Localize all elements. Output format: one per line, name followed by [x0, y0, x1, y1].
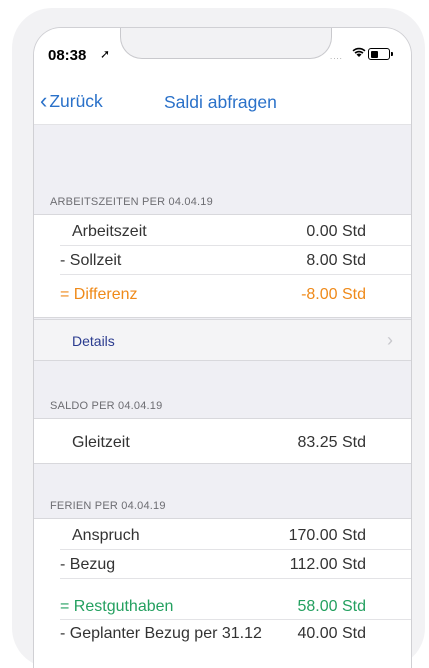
- row-geplanter-bezug: - Geplanter Bezug per 31.12 40.00 Std: [34, 620, 411, 648]
- row-value: 58.00 Std: [297, 598, 367, 615]
- section-header-ferien: FERIEN PER 04.04.19: [50, 500, 166, 512]
- row-divider: [60, 274, 411, 275]
- details-label: Details: [72, 333, 115, 349]
- row-anspruch: Anspruch 170.00 Std: [34, 522, 411, 550]
- row-gleitzeit: Gleitzeit 83.25 Std: [34, 429, 411, 457]
- row-value: -8.00 Std: [301, 286, 366, 303]
- row-value: 83.25 Std: [297, 434, 367, 451]
- row-sollzeit: - Sollzeit 8.00 Std: [34, 247, 411, 275]
- row-restguthaben: = Restguthaben 58.00 Std: [34, 593, 411, 621]
- chevron-left-icon: ‹: [40, 88, 48, 113]
- row-value: 0.00 Std: [306, 223, 366, 240]
- row-value: 8.00 Std: [306, 252, 366, 269]
- chevron-right-icon: ›: [387, 330, 393, 350]
- row-differenz: = Differenz -8.00 Std: [34, 281, 411, 309]
- row-arbeitszeit: Arbeitszeit 0.00 Std: [34, 218, 411, 246]
- section-header-saldo: SALDO PER 04.04.19: [50, 400, 163, 412]
- row-label: Gleitzeit: [72, 434, 130, 451]
- phone-screen: 08:38 ➚ .... ‹ Zurück Saldi abfragen ARB…: [33, 27, 412, 668]
- row-value: 112.00 Std: [289, 556, 366, 573]
- row-divider: [60, 245, 411, 246]
- battery-icon: [368, 48, 393, 60]
- row-label: Anspruch: [72, 527, 140, 544]
- row-label: - Sollzeit: [60, 252, 122, 269]
- cellular-signal-icon: ....: [330, 52, 343, 61]
- row-label: - Bezug: [60, 556, 116, 573]
- status-bar: 08:38 ➚ ....: [34, 28, 411, 72]
- device-notch: [120, 28, 332, 59]
- section-header-arbeitszeiten: ARBEITSZEITEN PER 04.04.19: [50, 196, 213, 208]
- arbeitszeiten-group: Arbeitszeit 0.00 Std - Sollzeit 8.00 Std…: [34, 214, 411, 318]
- location-arrow-icon: ➚: [100, 47, 111, 61]
- row-divider: [60, 549, 411, 550]
- row-label: = Restguthaben: [60, 598, 174, 615]
- ferien-group: Anspruch 170.00 Std - Bezug 112.00 Std =…: [34, 518, 411, 668]
- wifi-icon: [352, 45, 366, 61]
- saldo-group: Gleitzeit 83.25 Std: [34, 418, 411, 464]
- details-row[interactable]: Details ›: [34, 319, 411, 361]
- back-button-label: Zurück: [49, 90, 103, 111]
- row-bezug: - Bezug 112.00 Std: [34, 551, 411, 579]
- row-divider: [60, 578, 411, 579]
- row-value: 170.00 Std: [288, 527, 366, 544]
- status-time: 08:38: [48, 47, 87, 64]
- row-label: Arbeitszeit: [72, 223, 147, 240]
- back-button[interactable]: ‹ Zurück: [40, 90, 103, 112]
- page-title: Saldi abfragen: [164, 92, 277, 112]
- navigation-bar: ‹ Zurück Saldi abfragen: [34, 72, 411, 125]
- row-label: = Differenz: [60, 286, 138, 303]
- row-value: 40.00 Std: [297, 625, 367, 642]
- row-label: - Geplanter Bezug per 31.12: [60, 625, 262, 642]
